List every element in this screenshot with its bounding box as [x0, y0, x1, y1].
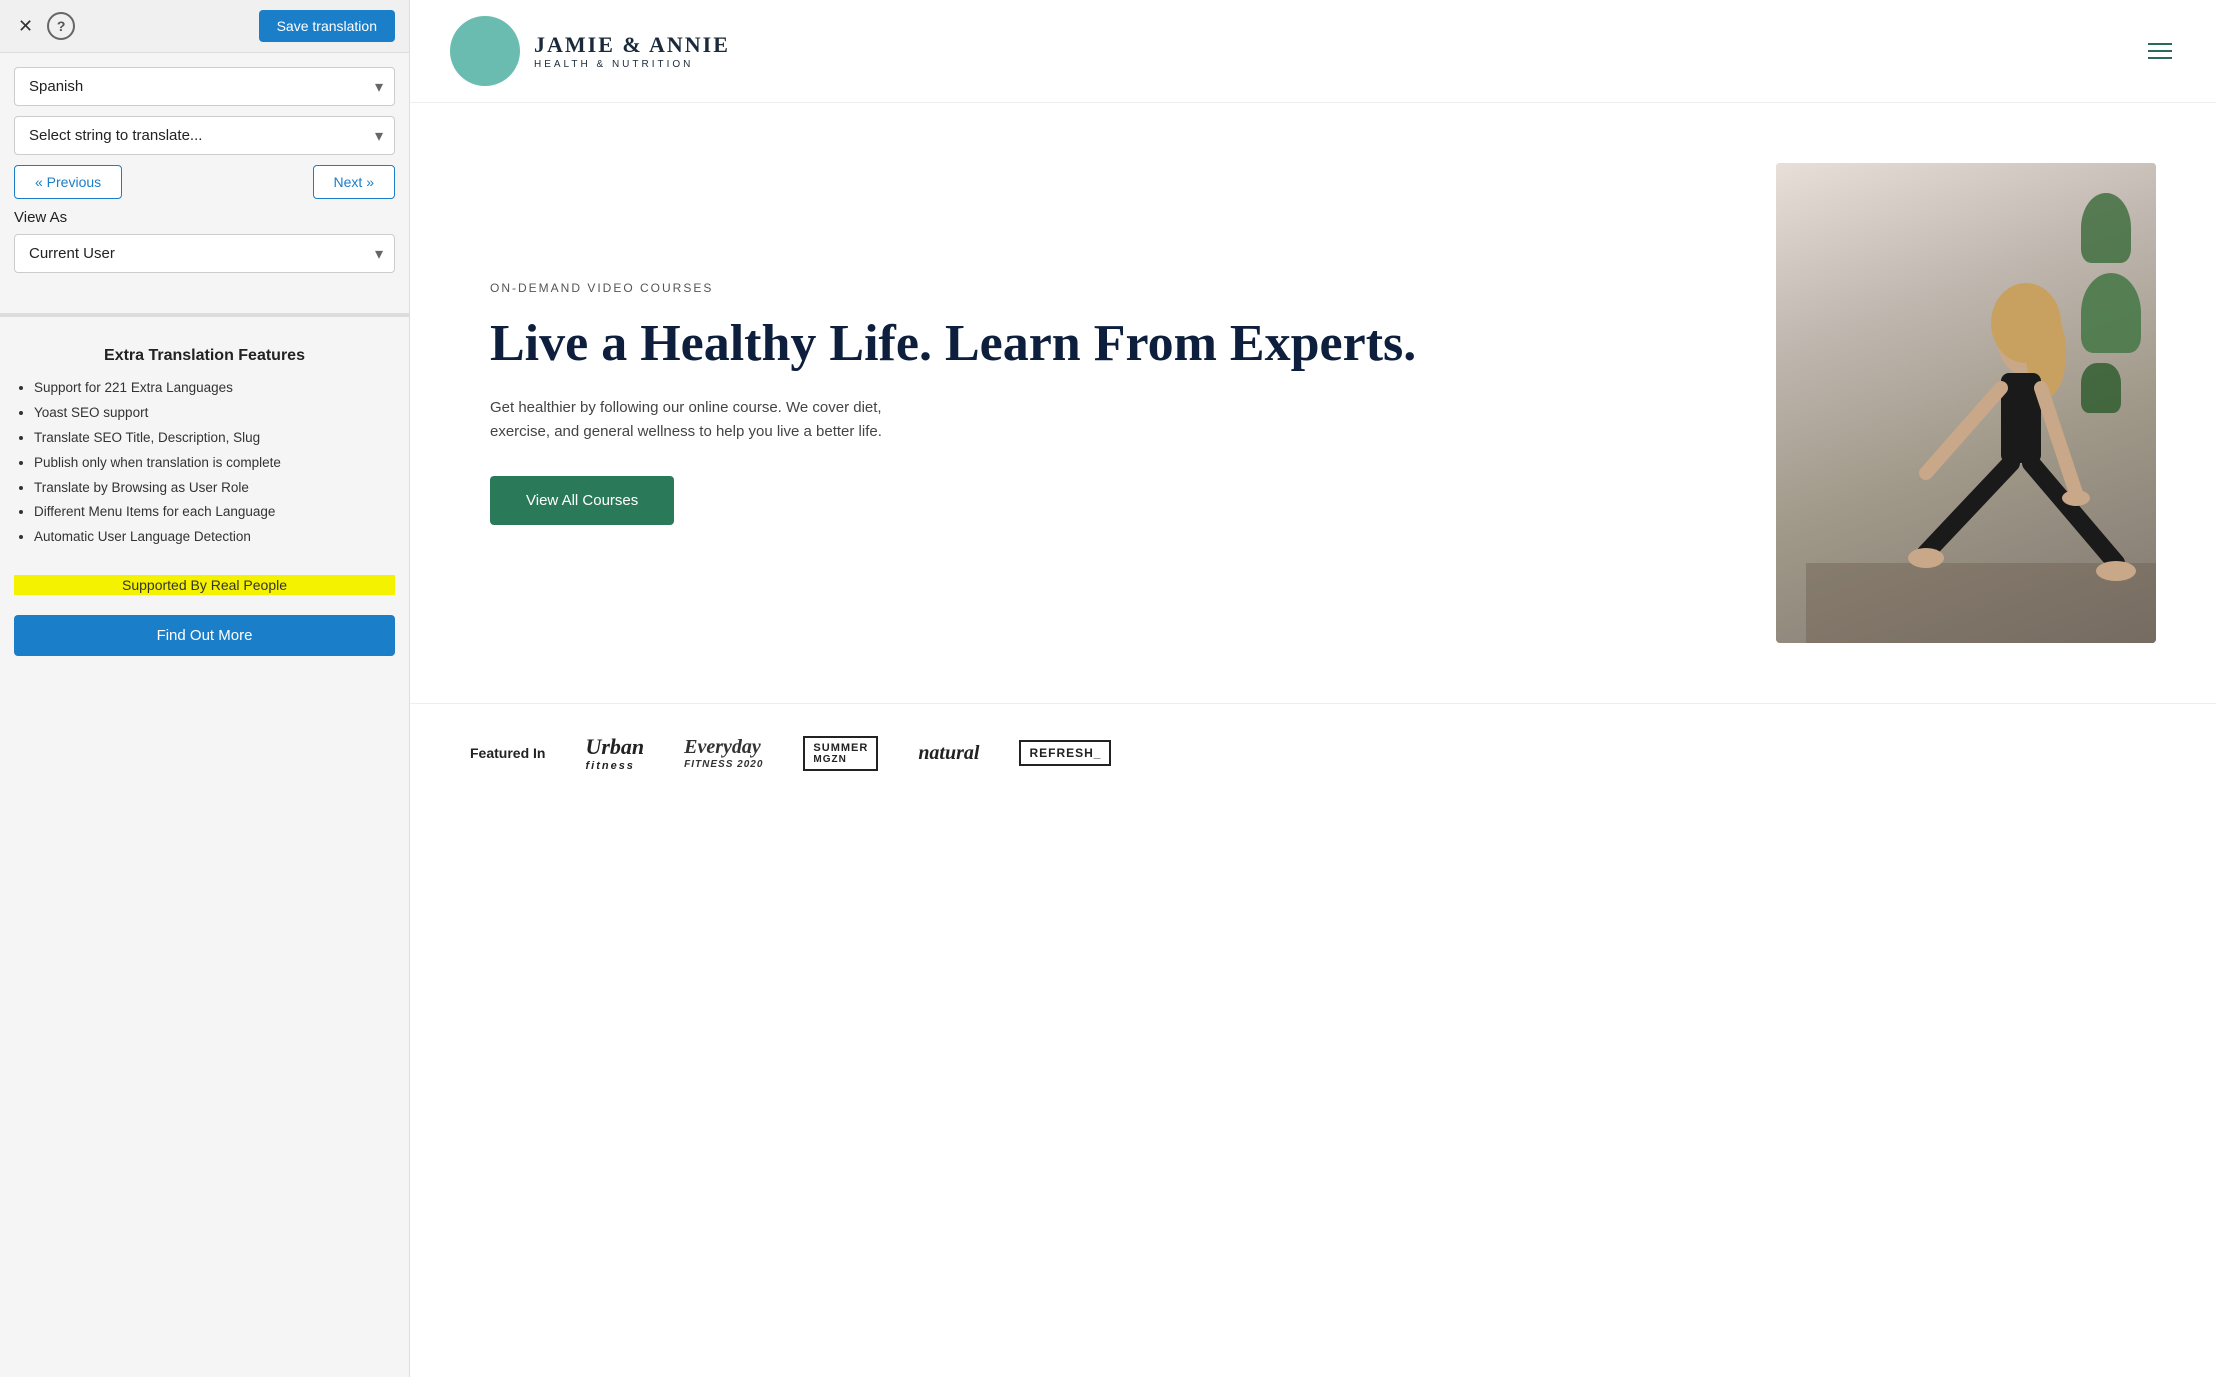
- view-as-section: View As Current User Guest Administrator: [14, 209, 395, 273]
- brand-name-summer: SUMMER: [813, 742, 868, 754]
- supported-by-text: Supported By Real People: [14, 575, 395, 595]
- panel-body: Spanish French German Italian Portuguese…: [0, 53, 409, 297]
- logo-text-area: JAMIE & ANNIE HEALTH & NUTRITION: [534, 32, 730, 69]
- brand-name-urban: Urban: [585, 734, 644, 760]
- brand-urban: Urban fitness: [585, 734, 644, 772]
- plant: [2081, 193, 2131, 263]
- previous-button[interactable]: « Previous: [14, 165, 122, 199]
- brand-summer: SUMMER MGZN: [803, 736, 878, 771]
- brand-refresh: REFRESH_: [1019, 740, 1111, 766]
- hero-image: [1776, 163, 2156, 643]
- next-button[interactable]: Next »: [313, 165, 395, 199]
- translation-panel: ✕ ? Save translation Spanish French Germ…: [0, 0, 410, 1377]
- logo-sub: HEALTH & NUTRITION: [534, 59, 730, 70]
- view-as-label: View As: [14, 209, 395, 226]
- language-select[interactable]: Spanish French German Italian Portuguese: [14, 67, 395, 106]
- string-select[interactable]: Select string to translate...: [14, 116, 395, 155]
- brand-natural: natural: [918, 742, 979, 765]
- hamburger-line: [2148, 43, 2172, 45]
- save-translation-button[interactable]: Save translation: [259, 10, 395, 42]
- extra-features-title: Extra Translation Features: [14, 347, 395, 365]
- hero-description: Get healthier by following our online co…: [490, 396, 930, 444]
- list-item: Different Menu Items for each Language: [34, 503, 395, 522]
- view-as-select[interactable]: Current User Guest Administrator: [14, 234, 395, 273]
- brand-sub-summer: MGZN: [813, 754, 868, 765]
- logo-circle: [450, 16, 520, 86]
- list-item: Yoast SEO support: [34, 404, 395, 423]
- plant: [2081, 363, 2121, 413]
- list-item: Translate SEO Title, Description, Slug: [34, 429, 395, 448]
- featured-in-label: Featured In: [470, 745, 545, 761]
- brand-logos: Urban fitness Everyday FITNESS 2020 SUMM…: [585, 734, 1111, 772]
- logo-area: JAMIE & ANNIE HEALTH & NUTRITION: [450, 16, 730, 86]
- logo-name: JAMIE & ANNIE: [534, 32, 730, 58]
- extra-features-section: Extra Translation Features Support for 2…: [0, 333, 409, 670]
- site-header: JAMIE & ANNIE HEALTH & NUTRITION: [410, 0, 2216, 103]
- website-preview: JAMIE & ANNIE HEALTH & NUTRITION ON-DEMA…: [410, 0, 2216, 1377]
- view-as-select-wrapper: Current User Guest Administrator: [14, 234, 395, 273]
- help-button[interactable]: ?: [47, 12, 75, 40]
- panel-divider: [0, 313, 409, 317]
- hamburger-menu[interactable]: [2144, 39, 2176, 63]
- language-select-wrapper: Spanish French German Italian Portuguese: [14, 67, 395, 106]
- brand-sub-everyday: FITNESS 2020: [684, 759, 763, 770]
- hero-section: ON-DEMAND VIDEO COURSES Live a Healthy L…: [410, 103, 2216, 703]
- plants: [2081, 193, 2141, 413]
- close-button[interactable]: ✕: [14, 12, 37, 41]
- navigation-buttons: « Previous Next »: [14, 165, 395, 199]
- plant: [2081, 273, 2141, 353]
- hamburger-line: [2148, 50, 2172, 52]
- brand-name-everyday: Everyday: [684, 736, 763, 759]
- brand-everyday: Everyday FITNESS 2020: [684, 736, 763, 770]
- featured-section: Featured In Urban fitness Everyday FITNE…: [410, 703, 2216, 802]
- feature-list: Support for 221 Extra Languages Yoast SE…: [14, 379, 395, 547]
- hero-title: Live a Healthy Life. Learn From Experts.: [490, 315, 1736, 372]
- list-item: Translate by Browsing as User Role: [34, 479, 395, 498]
- hero-label: ON-DEMAND VIDEO COURSES: [490, 281, 1736, 295]
- hero-content: ON-DEMAND VIDEO COURSES Live a Healthy L…: [490, 163, 1736, 643]
- brand-sub-urban: fitness: [585, 760, 644, 772]
- list-item: Automatic User Language Detection: [34, 528, 395, 547]
- find-out-more-button[interactable]: Find Out More: [14, 615, 395, 656]
- list-item: Publish only when translation is complet…: [34, 454, 395, 473]
- top-bar: ✕ ? Save translation: [0, 0, 409, 53]
- list-item: Support for 221 Extra Languages: [34, 379, 395, 398]
- hamburger-line: [2148, 57, 2172, 59]
- view-courses-button[interactable]: View All Courses: [490, 476, 674, 525]
- string-select-wrapper: Select string to translate...: [14, 116, 395, 155]
